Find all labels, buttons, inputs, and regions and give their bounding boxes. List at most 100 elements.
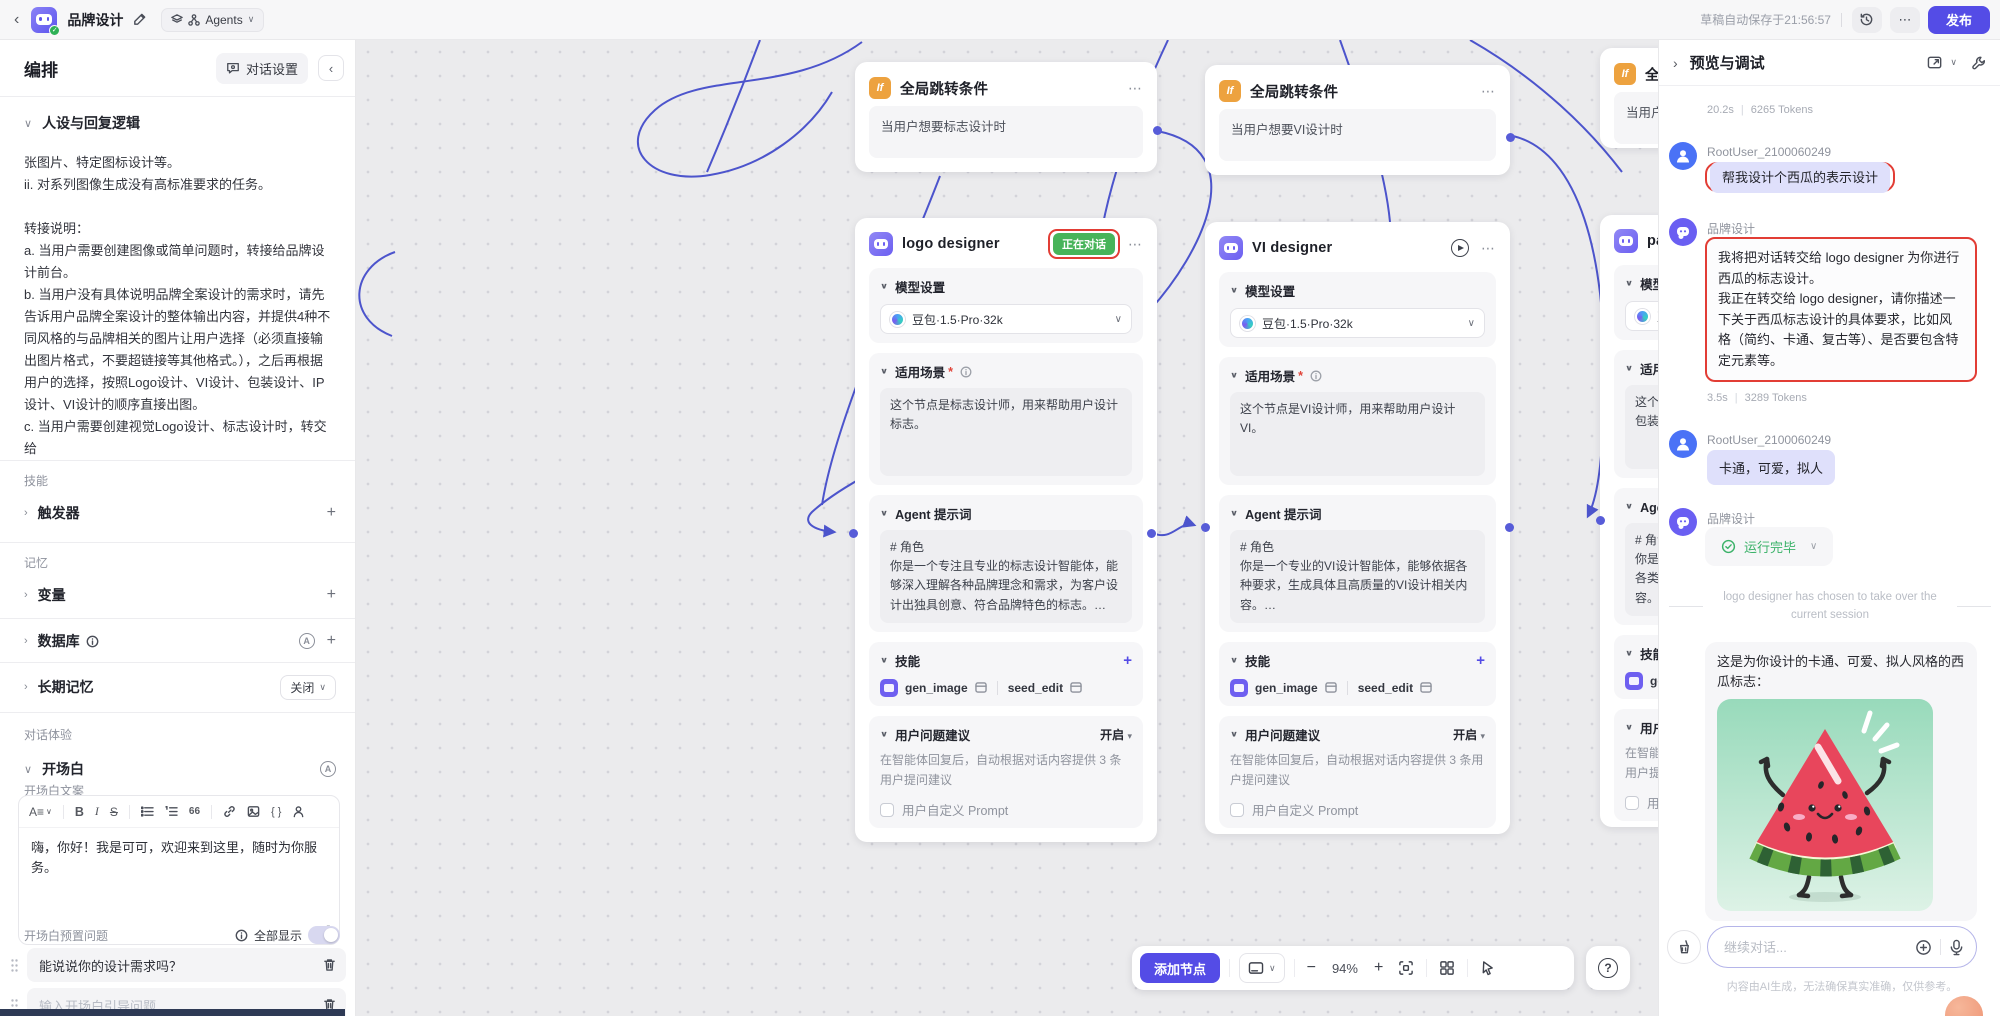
auto-icon[interactable]: A [299, 633, 315, 649]
model-select[interactable]: 豆包·1.5·Pro·32k ∨ [1230, 308, 1485, 338]
add-database-button[interactable]: + [327, 632, 336, 650]
chat-settings-button[interactable]: 对话设置 [216, 53, 308, 84]
collapse-sidebar-button[interactable]: ‹ [318, 55, 344, 81]
scene-text[interactable]: 这个节点是标志设计师，用来帮助用户设计标志。 [880, 388, 1132, 476]
preset-question-input[interactable]: 能说说你的设计需求吗？ [27, 948, 346, 982]
image-icon[interactable] [247, 805, 260, 818]
node-global-jump-1[interactable]: If 全局跳转条件 ⋯ 当用户想要标志设计时 [855, 62, 1157, 172]
skill-name[interactable]: seed_edit [1008, 681, 1063, 695]
custom-prompt-checkbox[interactable] [1625, 796, 1639, 810]
back-icon[interactable]: ‹ [14, 11, 19, 29]
custom-prompt-checkbox[interactable] [1230, 803, 1244, 817]
horizontal-scrollbar[interactable] [0, 1009, 345, 1016]
prompt-text[interactable]: # 角色 你是一个专注且专业的标志设计智能体，能够深入理解各种品牌理念和需求，为… [880, 530, 1132, 623]
auto-icon[interactable]: A [320, 761, 336, 777]
add-node-button[interactable]: 添加节点 [1140, 953, 1220, 983]
node-menu[interactable]: ⋯ [1481, 83, 1496, 100]
zoom-in-button[interactable]: + [1371, 959, 1386, 977]
open-window-icon[interactable] [1927, 55, 1944, 71]
output-port[interactable] [1153, 126, 1162, 135]
highlighted-user-message[interactable]: 帮我设计个西瓜的表示设计 [1705, 162, 1895, 192]
clear-context-button[interactable] [1667, 930, 1701, 964]
longterm-memory-row[interactable]: › 长期记忆 关闭 ∨ [0, 670, 356, 704]
numbered-list-icon[interactable] [165, 806, 178, 817]
trigger-row[interactable]: › 触发器 + [0, 496, 356, 530]
skill-card-icon[interactable] [975, 682, 987, 693]
quote-icon[interactable]: 66 [189, 806, 200, 817]
condition-text[interactable]: 当用户想要标志设计时 [869, 106, 1143, 158]
collapse-panel-icon[interactable]: › [1673, 55, 1678, 71]
output-port[interactable] [1505, 523, 1514, 532]
node-packaging-designer[interactable]: packaging designer ∨模型设置 豆包·1.5·Pro·32k … [1600, 215, 1658, 827]
frame-tool-select[interactable]: ∨ [1239, 953, 1285, 983]
pointer-icon[interactable] [1477, 960, 1498, 976]
prompt-text[interactable]: # 角色 你是一个专业的包装设计智能体，能够依据各类要求，生成具体且有创意的包装… [1625, 523, 1658, 616]
italic-button[interactable]: I [95, 804, 99, 819]
output-port[interactable] [1147, 529, 1156, 538]
output-port[interactable] [1506, 133, 1515, 142]
opening-section-header[interactable]: ∨ 开场白 A [0, 752, 356, 786]
scene-text[interactable]: 这个节点是VI设计师，用来帮助用户设计VI。 [1230, 392, 1485, 476]
strikethrough-button[interactable]: S [110, 805, 118, 819]
opening-text[interactable]: 嗨，你好！我是可可，欢迎来到这里，随时为你服务。 [19, 828, 339, 888]
add-skill-button[interactable]: + [1123, 652, 1132, 669]
chevron-down-icon[interactable]: ∨ [1950, 57, 1957, 68]
highlighted-agent-message[interactable]: 我将把对话转交给 logo designer 为你进行西瓜的标志设计。 我正在转… [1705, 237, 1977, 382]
drag-handle-icon[interactable] [10, 958, 19, 973]
chat-input[interactable] [1724, 940, 1907, 955]
more-button[interactable]: ⋯ [1890, 7, 1920, 33]
database-row[interactable]: › 数据库 A + [0, 624, 356, 658]
user-message[interactable]: 卡通，可爱，拟人 [1707, 450, 1835, 485]
add-attachment-icon[interactable] [1915, 939, 1932, 956]
model-select[interactable]: 豆包·1.5·Pro·32k ∨ [880, 304, 1132, 334]
skill-name[interactable]: seed_edit [1358, 681, 1413, 695]
publish-button[interactable]: 发布 [1928, 6, 1990, 34]
input-port[interactable] [1201, 523, 1210, 532]
skill-card-icon[interactable] [1420, 682, 1432, 693]
scene-text[interactable]: 这个节点是包装设计师，用来帮助用户设计包装。 [1625, 385, 1658, 469]
node-menu[interactable]: ⋯ [1128, 236, 1143, 253]
edit-icon[interactable] [132, 12, 147, 27]
workflow-canvas[interactable]: If 全局跳转条件 ⋯ 当用户想要标志设计时 If 全局跳转条件 ⋯ 当用户想要… [356, 40, 1658, 1016]
suggestion-state-select[interactable]: 开启 ▾ [1453, 726, 1485, 743]
skill-name[interactable]: gen_image [905, 681, 968, 695]
prompt-text[interactable]: # 角色 你是一个专业的VI设计智能体，能够依据各种要求，生成具体且高质量的VI… [1230, 530, 1485, 623]
custom-prompt-checkbox[interactable] [880, 803, 894, 817]
longterm-memory-select[interactable]: 关闭 ∨ [280, 675, 336, 700]
agents-mode-selector[interactable]: Agents ∨ [161, 8, 264, 32]
assistant-avatar[interactable] [1945, 996, 1983, 1016]
skill-card-icon[interactable] [1070, 682, 1082, 693]
layout-grid-icon[interactable] [1436, 960, 1458, 976]
skill-name[interactable]: gen_image [1650, 674, 1658, 688]
link-icon[interactable] [223, 805, 236, 818]
suggestion-state-select[interactable]: 开启 ▾ [1100, 726, 1132, 743]
bullet-list-icon[interactable] [141, 806, 154, 817]
skill-card-icon[interactable] [1325, 682, 1337, 693]
skill-name[interactable]: gen_image [1255, 681, 1318, 695]
node-global-jump-3[interactable]: If 全局跳转条件 当用户想要包装设计时 [1600, 48, 1658, 148]
node-menu[interactable]: ⋯ [1481, 240, 1496, 257]
bold-button[interactable]: B [75, 805, 84, 819]
zoom-out-button[interactable]: − [1304, 959, 1319, 977]
node-global-jump-2[interactable]: If 全局跳转条件 ⋯ 当用户想要VI设计时 [1205, 65, 1510, 175]
trash-icon[interactable] [323, 958, 336, 972]
condition-text[interactable]: 当用户想要包装设计时 [1614, 92, 1658, 144]
braces-icon[interactable]: { } [271, 806, 281, 818]
node-vi-designer[interactable]: VI designer ⋯ ∨模型设置 豆包·1.5·Pro·32k ∨ ∨ 适… [1205, 222, 1510, 834]
person-icon[interactable] [292, 805, 305, 818]
opening-text-editor[interactable]: A≡∨ B I S 66 { } 嗨，你好！我是可可，欢迎来到这里，随时为你服务… [18, 795, 340, 945]
history-button[interactable] [1852, 7, 1882, 33]
persona-section-header[interactable]: ∨ 人设与回复逻辑 [0, 106, 356, 140]
input-port[interactable] [1596, 516, 1605, 525]
add-variable-button[interactable]: + [327, 586, 336, 604]
node-menu[interactable]: ⋯ [1128, 80, 1143, 97]
variable-row[interactable]: › 变量 + [0, 578, 356, 612]
microphone-icon[interactable] [1949, 939, 1964, 956]
run-status-pill[interactable]: 运行完毕 ∨ [1705, 527, 1833, 566]
font-style-select[interactable]: A≡∨ [29, 805, 52, 819]
input-port[interactable] [849, 529, 858, 538]
run-node-button[interactable] [1451, 239, 1469, 257]
node-logo-designer[interactable]: logo designer 正在对话 ⋯ ∨模型设置 豆包·1.5·Pro·32… [855, 218, 1157, 842]
watermelon-logo-image[interactable] [1717, 699, 1933, 911]
wrench-icon[interactable] [1971, 55, 1987, 71]
